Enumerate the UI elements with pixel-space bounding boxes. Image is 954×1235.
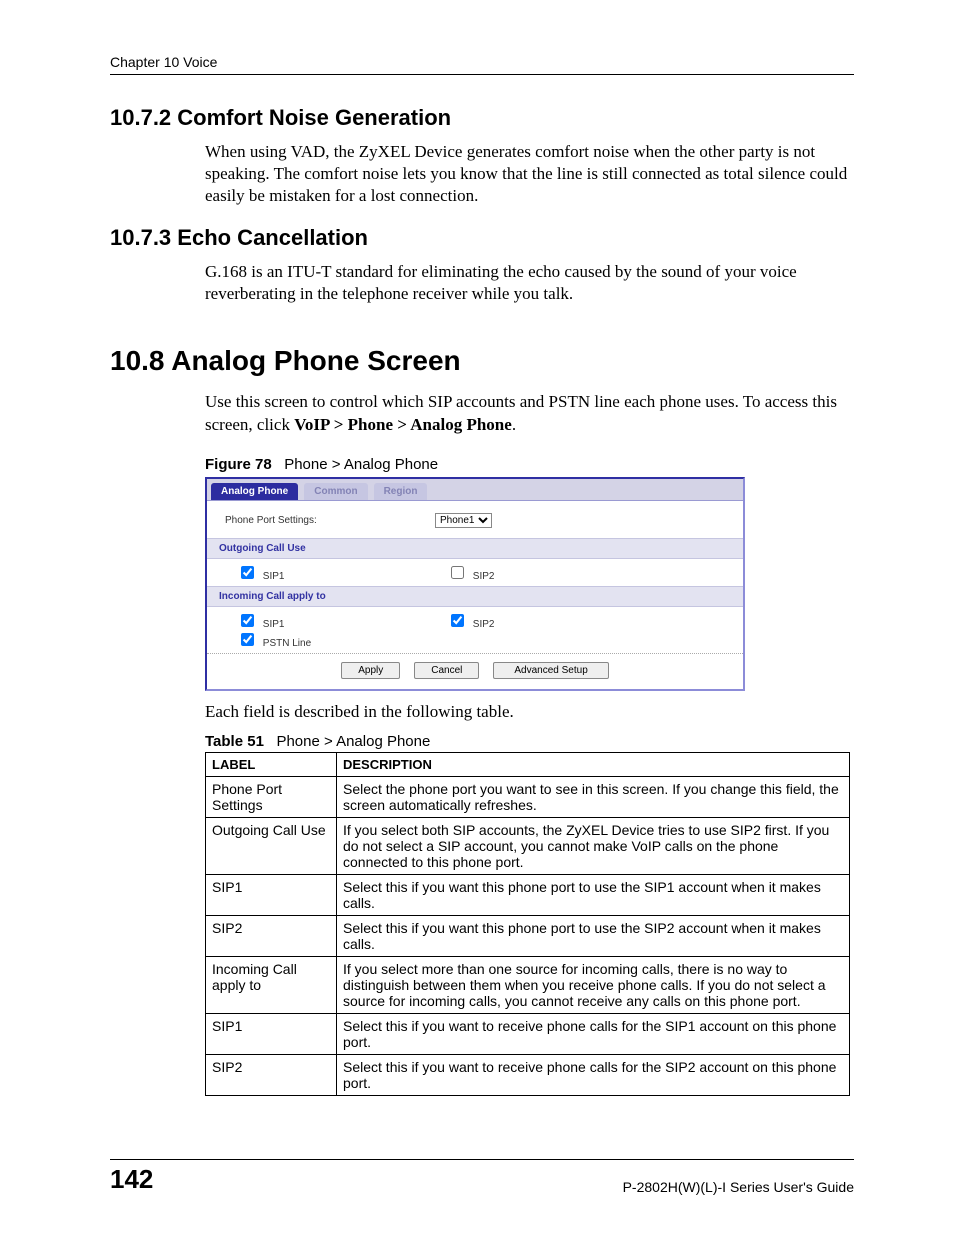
table-row: SIP1Select this if you want this phone p… bbox=[206, 874, 850, 915]
phone-port-label: Phone Port Settings: bbox=[225, 515, 435, 526]
th-description: DESCRIPTION bbox=[337, 752, 850, 776]
incoming-sip1-checkbox[interactable] bbox=[241, 614, 254, 627]
row-desc: Select this if you want this phone port … bbox=[337, 915, 850, 956]
group-outgoing-call-use: Outgoing Call Use bbox=[207, 538, 743, 559]
body-10-7-2: When using VAD, the ZyXEL Device generat… bbox=[205, 141, 854, 207]
table-row: SIP2Select this if you want to receive p… bbox=[206, 1054, 850, 1095]
row-label: Phone Port Settings bbox=[206, 776, 337, 817]
analog-phone-panel: Analog Phone Common Region Phone Port Se… bbox=[205, 477, 745, 691]
incoming-pstn-label: PSTN Line bbox=[263, 638, 311, 649]
row-desc: If you select both SIP accounts, the ZyX… bbox=[337, 817, 850, 874]
table-row: Incoming Call apply toIf you select more… bbox=[206, 956, 850, 1013]
guide-title: P-2802H(W)(L)-I Series User's Guide bbox=[623, 1179, 854, 1195]
row-label: SIP2 bbox=[206, 915, 337, 956]
table-title: Phone > Analog Phone bbox=[276, 733, 430, 750]
row-desc: Select this if you want this phone port … bbox=[337, 874, 850, 915]
heading-10-8: 10.8 Analog Phone Screen bbox=[110, 345, 854, 377]
page-number: 142 bbox=[110, 1164, 153, 1195]
outgoing-sip1-checkbox[interactable] bbox=[241, 566, 254, 579]
incoming-sip2-label: SIP2 bbox=[473, 619, 495, 630]
figure-label: Figure 78 bbox=[205, 456, 272, 473]
chapter-header: Chapter 10 Voice bbox=[110, 54, 854, 75]
outgoing-sip2-label: SIP2 bbox=[473, 571, 495, 582]
heading-10-7-2: 10.7.2 Comfort Noise Generation bbox=[110, 105, 854, 131]
outgoing-sip1-label: SIP1 bbox=[263, 571, 285, 582]
row-desc: Select the phone port you want to see in… bbox=[337, 776, 850, 817]
incoming-pstn-checkbox[interactable] bbox=[241, 633, 254, 646]
figure-caption: Figure 78 Phone > Analog Phone bbox=[205, 456, 854, 473]
incoming-sip1-label: SIP1 bbox=[263, 619, 285, 630]
table-row: SIP2Select this if you want this phone p… bbox=[206, 915, 850, 956]
tab-bar: Analog Phone Common Region bbox=[207, 479, 743, 501]
phone-port-select[interactable]: Phone1 bbox=[435, 513, 492, 528]
table-row: Outgoing Call UseIf you select both SIP … bbox=[206, 817, 850, 874]
group-incoming-call-apply-to: Incoming Call apply to bbox=[207, 586, 743, 607]
after-figure-text: Each field is described in the following… bbox=[205, 701, 854, 723]
row-label: SIP2 bbox=[206, 1054, 337, 1095]
incoming-sip2-checkbox[interactable] bbox=[451, 614, 464, 627]
row-label: Outgoing Call Use bbox=[206, 817, 337, 874]
tab-analog-phone[interactable]: Analog Phone bbox=[211, 483, 298, 500]
apply-button[interactable]: Apply bbox=[341, 662, 400, 679]
body-10-8-post: . bbox=[512, 415, 516, 434]
row-desc: Select this if you want to receive phone… bbox=[337, 1013, 850, 1054]
row-label: SIP1 bbox=[206, 1013, 337, 1054]
tab-region[interactable]: Region bbox=[374, 483, 428, 500]
figure-title: Phone > Analog Phone bbox=[284, 456, 438, 473]
page-footer: 142 P-2802H(W)(L)-I Series User's Guide bbox=[110, 1159, 854, 1195]
button-bar: Apply Cancel Advanced Setup bbox=[207, 653, 743, 689]
table-caption: Table 51 Phone > Analog Phone bbox=[205, 733, 854, 750]
heading-10-7-3: 10.7.3 Echo Cancellation bbox=[110, 225, 854, 251]
row-desc: Select this if you want to receive phone… bbox=[337, 1054, 850, 1095]
outgoing-sip2-checkbox[interactable] bbox=[451, 566, 464, 579]
body-10-8-bold: VoIP > Phone > Analog Phone bbox=[294, 415, 512, 434]
tab-common[interactable]: Common bbox=[304, 483, 367, 500]
table-label: Table 51 bbox=[205, 733, 264, 750]
cancel-button[interactable]: Cancel bbox=[414, 662, 479, 679]
th-label: LABEL bbox=[206, 752, 337, 776]
row-desc: If you select more than one source for i… bbox=[337, 956, 850, 1013]
body-10-7-3: G.168 is an ITU-T standard for eliminati… bbox=[205, 261, 854, 305]
row-label: Incoming Call apply to bbox=[206, 956, 337, 1013]
table-row: SIP1Select this if you want to receive p… bbox=[206, 1013, 850, 1054]
description-table: LABEL DESCRIPTION Phone Port SettingsSel… bbox=[205, 752, 850, 1096]
table-row: Phone Port SettingsSelect the phone port… bbox=[206, 776, 850, 817]
row-label: SIP1 bbox=[206, 874, 337, 915]
advanced-setup-button[interactable]: Advanced Setup bbox=[493, 662, 608, 679]
body-10-8: Use this screen to control which SIP acc… bbox=[205, 391, 854, 435]
